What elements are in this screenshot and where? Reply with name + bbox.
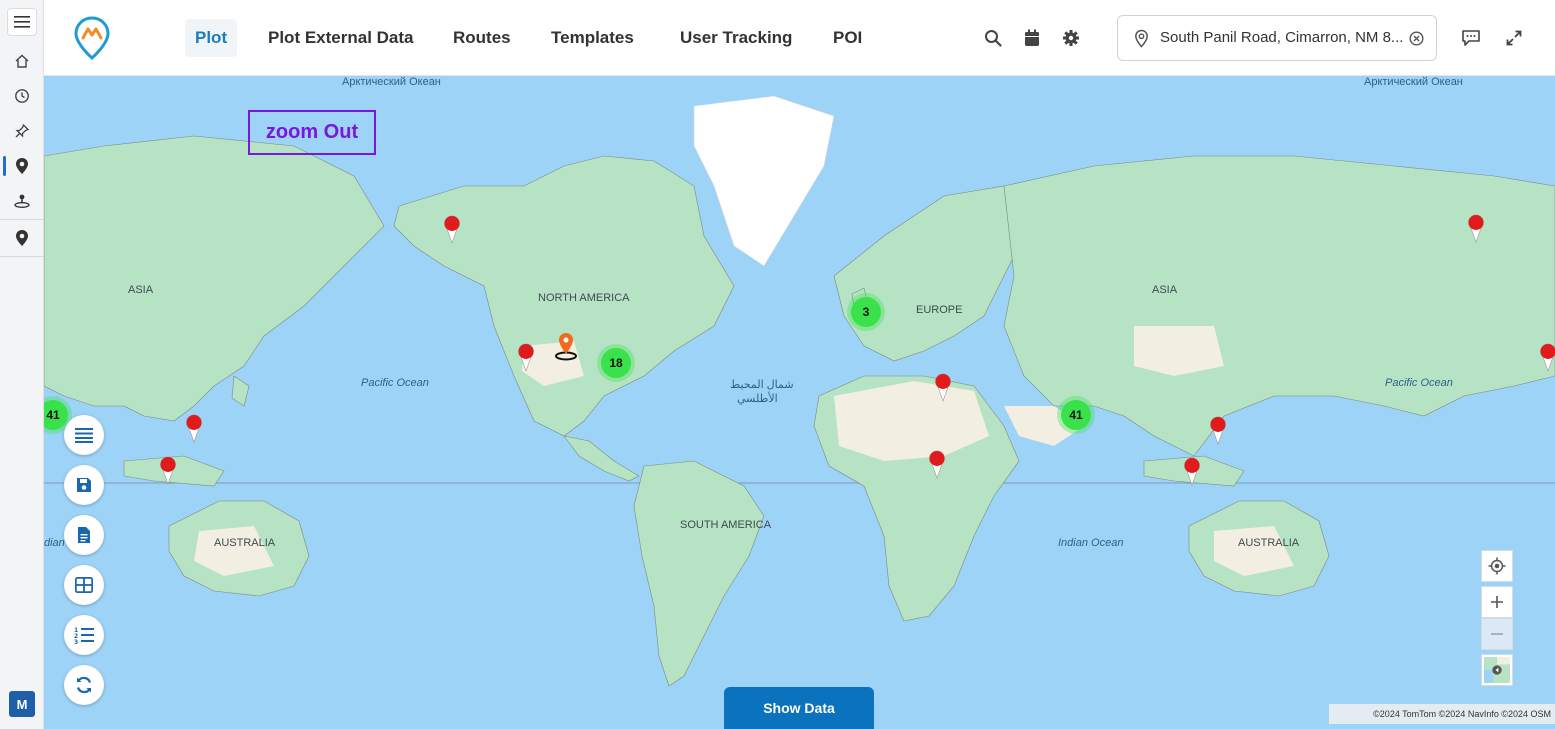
sidebar-divider: [0, 256, 44, 257]
user-avatar[interactable]: M: [9, 691, 35, 717]
label-atlantic-ocean-line2: الأطلسي: [737, 393, 778, 405]
zoom-out-annotation: zoom Out: [248, 110, 376, 155]
top-header: Plot Plot External Data Routes Templates…: [44, 0, 1555, 76]
map-marker-pin[interactable]: [516, 342, 536, 372]
tab-plot-external-data[interactable]: Plot External Data: [258, 19, 424, 57]
sidebar-item-poi[interactable]: [0, 223, 44, 253]
refresh-button[interactable]: [64, 665, 104, 705]
list-view-button[interactable]: [64, 415, 104, 455]
save-icon: [77, 478, 91, 492]
sidebar-item-plot[interactable]: [0, 151, 44, 181]
world-map[interactable]: Арктический Океан Арктический Океан ASIA…: [44, 76, 1555, 729]
zoom-in-button[interactable]: [1481, 586, 1513, 618]
sidebar-item-pinned[interactable]: [0, 116, 44, 146]
chat-button[interactable]: [1457, 24, 1485, 52]
location-search-field[interactable]: South Panil Road, Cimarron, NM 8...: [1117, 15, 1437, 61]
chat-icon: [1462, 30, 1480, 46]
label-pacific-ocean-right: Pacific Ocean: [1385, 377, 1453, 389]
label-atlantic-ocean-line1: شمال المحيط: [730, 379, 794, 391]
map-marker-pin[interactable]: [1208, 415, 1228, 445]
app-logo[interactable]: [74, 16, 110, 60]
current-location-marker[interactable]: [554, 331, 578, 361]
left-sidebar: M: [0, 0, 44, 729]
map-marker-pin[interactable]: [933, 372, 953, 402]
map-marker-pin[interactable]: [1538, 342, 1555, 372]
expand-icon: [1506, 30, 1522, 46]
tab-templates[interactable]: Templates: [541, 19, 644, 57]
label-arctic-ocean-left: Арктический Океан: [342, 76, 441, 88]
map-style-toggle[interactable]: [1481, 654, 1513, 686]
label-north-america: NORTH AMERICA: [538, 292, 630, 304]
map-marker-pin[interactable]: [184, 413, 204, 443]
pin-icon: [15, 123, 30, 138]
zoom-out-button[interactable]: [1481, 618, 1513, 650]
sidebar-divider: [0, 219, 44, 220]
grid-icon: [75, 577, 93, 593]
sidebar-item-history[interactable]: [0, 81, 44, 111]
map-pin-icon: [1135, 29, 1148, 48]
map-marker-pin[interactable]: [927, 449, 947, 479]
search-button[interactable]: [979, 24, 1007, 52]
my-location-button[interactable]: [1481, 550, 1513, 582]
label-indian-ocean: Indian Ocean: [1058, 537, 1124, 549]
label-asia-right: ASIA: [1152, 284, 1178, 296]
fullscreen-button[interactable]: [1500, 24, 1528, 52]
plus-icon: [1491, 596, 1503, 608]
location-icon: [16, 158, 28, 174]
grid-view-button[interactable]: [64, 565, 104, 605]
poi-icon: [16, 230, 28, 246]
label-australia-right: AUSTRALIA: [1238, 537, 1300, 549]
list-icon: [75, 428, 93, 443]
tab-plot[interactable]: Plot: [185, 19, 238, 57]
gear-icon: [1063, 30, 1079, 46]
refresh-icon: [76, 676, 92, 694]
location-value: South Panil Road, Cimarron, NM 8...: [1160, 29, 1404, 46]
calendar-icon: [1025, 29, 1039, 46]
report-button[interactable]: [64, 515, 104, 555]
settings-button[interactable]: [1057, 24, 1085, 52]
label-indian-ocean-edge: dian: [44, 537, 65, 549]
map-marker-pin[interactable]: [442, 214, 462, 244]
cluster-north-america[interactable]: 18: [601, 348, 631, 378]
cluster-europe[interactable]: 3: [851, 297, 881, 327]
calendar-button[interactable]: [1018, 24, 1046, 52]
sidebar-item-home[interactable]: [0, 46, 44, 76]
history-icon: [15, 89, 29, 103]
label-arctic-ocean-right: Арктический Океан: [1364, 76, 1463, 88]
label-pacific-ocean-left: Pacific Ocean: [361, 377, 429, 389]
search-icon: [985, 30, 1002, 47]
map-layers-icon: [1484, 657, 1510, 683]
map-attribution: ©2024 TomTom ©2024 NavInfo ©2024 OSM: [1329, 704, 1555, 724]
document-icon: [78, 527, 90, 543]
label-south-america: SOUTH AMERICA: [680, 519, 772, 531]
sidebar-item-tracking[interactable]: [0, 186, 44, 216]
numbered-list-icon: 123: [74, 627, 94, 644]
label-australia-left: AUSTRALIA: [214, 537, 276, 549]
tab-routes[interactable]: Routes: [443, 19, 521, 57]
home-icon: [15, 54, 29, 68]
tracking-icon: [14, 194, 30, 208]
svg-text:3: 3: [74, 639, 78, 644]
minus-icon: [1491, 633, 1503, 635]
cluster-india[interactable]: 41: [1061, 400, 1091, 430]
map-marker-pin[interactable]: [158, 455, 178, 485]
ordered-list-button[interactable]: 123: [64, 615, 104, 655]
label-europe: EUROPE: [916, 304, 963, 316]
map-marker-pin[interactable]: [1182, 456, 1202, 486]
save-button[interactable]: [64, 465, 104, 505]
map-base-layer: [44, 95, 1555, 687]
clear-icon[interactable]: [1409, 31, 1424, 46]
hamburger-menu-button[interactable]: [7, 8, 37, 36]
label-asia-left: ASIA: [128, 284, 154, 296]
tab-poi[interactable]: POI: [823, 19, 872, 57]
show-data-button[interactable]: Show Data: [724, 687, 874, 729]
tab-user-tracking[interactable]: User Tracking: [670, 19, 802, 57]
crosshair-icon: [1488, 557, 1506, 575]
map-marker-pin[interactable]: [1466, 213, 1486, 243]
hamburger-icon: [14, 16, 30, 28]
